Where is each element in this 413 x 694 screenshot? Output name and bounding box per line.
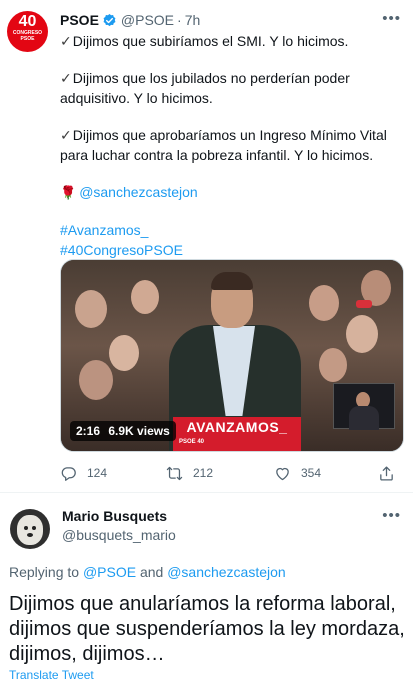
video-player[interactable]: AVANZAMOS_ PSOE 40 2:16 6.9K views: [60, 259, 404, 452]
sign-language-interpreter: [333, 383, 395, 430]
share-button[interactable]: [378, 465, 405, 482]
text-line: ✓Dijimos que subiríamos el SMI. Y lo hic…: [60, 33, 349, 49]
reply-icon: [61, 466, 76, 481]
avatar[interactable]: 40 CONGRESO PSOE: [7, 11, 48, 52]
dog-avatar-image: [17, 515, 43, 545]
author-name[interactable]: PSOE: [60, 12, 99, 28]
podium-text: AVANZAMOS_: [186, 419, 288, 435]
share-icon: [380, 465, 393, 481]
video-badge: 2:16 6.9K views: [70, 421, 176, 441]
like-count: 354: [301, 466, 322, 480]
video-views: 6.9K views: [108, 424, 170, 438]
reply-mention-link[interactable]: @sanchezcastejon: [167, 564, 286, 580]
author-handle[interactable]: @PSOE: [121, 12, 174, 28]
podium: AVANZAMOS_ PSOE 40: [173, 417, 301, 451]
mention-line: 🌹 @sanchezcastejon: [60, 182, 405, 203]
hashtag-link[interactable]: #40CongresoPSOE: [60, 240, 405, 260]
author-handle[interactable]: @busquets_mario: [62, 527, 176, 543]
timestamp[interactable]: 7h: [185, 12, 201, 28]
check-icon: ✓: [60, 70, 72, 86]
check-icon: ✓: [60, 33, 72, 49]
more-options-icon[interactable]: •••: [382, 10, 401, 27]
video-duration: 2:16: [76, 424, 101, 438]
verified-icon: [103, 13, 116, 26]
hashtag-link[interactable]: #Avanzamos_: [60, 220, 405, 240]
podium-logo: PSOE 40: [179, 439, 205, 445]
text-line: ✓Dijimos que aprobaríamos un Ingreso Mín…: [60, 127, 387, 143]
text-line: adquisitivo. Y lo hicimos.: [60, 90, 213, 106]
replying-to-label: Replying to: [9, 564, 80, 580]
tweet-text: Dijimos que anularíamos la reforma labor…: [9, 593, 405, 665]
tweet-text: ✓Dijimos que subiríamos el SMI. Y lo hic…: [60, 31, 405, 260]
reply-button[interactable]: 124: [60, 465, 107, 482]
tweet-header: PSOE @PSOE · 7h: [60, 11, 200, 29]
text-line: ✓Dijimos que los jubilados no perderían …: [60, 70, 350, 86]
avatar-number: 40: [18, 13, 37, 30]
separator-dot: ·: [177, 12, 182, 28]
rose-icon: 🌹: [60, 185, 77, 200]
reply-count: 124: [87, 466, 108, 480]
avatar[interactable]: [10, 509, 50, 549]
translate-link[interactable]: Translate Tweet: [9, 668, 94, 682]
replying-to-and: and: [139, 564, 164, 580]
retweet-count: 212: [193, 466, 214, 480]
replying-to: Replying to @PSOE and @sanchezcastejon: [9, 564, 286, 580]
reply-mention-link[interactable]: @PSOE: [83, 564, 136, 580]
more-options-icon[interactable]: •••: [382, 507, 401, 524]
author-name[interactable]: Mario Busquets: [62, 508, 167, 524]
heart-icon: [276, 467, 289, 480]
like-button[interactable]: 354: [274, 465, 321, 482]
avatar-logo: PSOE: [20, 36, 35, 42]
retweet-icon: [166, 466, 183, 480]
mention-link[interactable]: @sanchezcastejon: [79, 184, 198, 200]
retweet-button[interactable]: 212: [166, 465, 213, 482]
check-icon: ✓: [60, 127, 72, 143]
text-line: para luchar contra la pobreza infantil. …: [60, 147, 374, 163]
tweet-psoe[interactable]: 40 CONGRESO PSOE PSOE @PSOE · 7h ••• ✓Di…: [0, 0, 413, 493]
